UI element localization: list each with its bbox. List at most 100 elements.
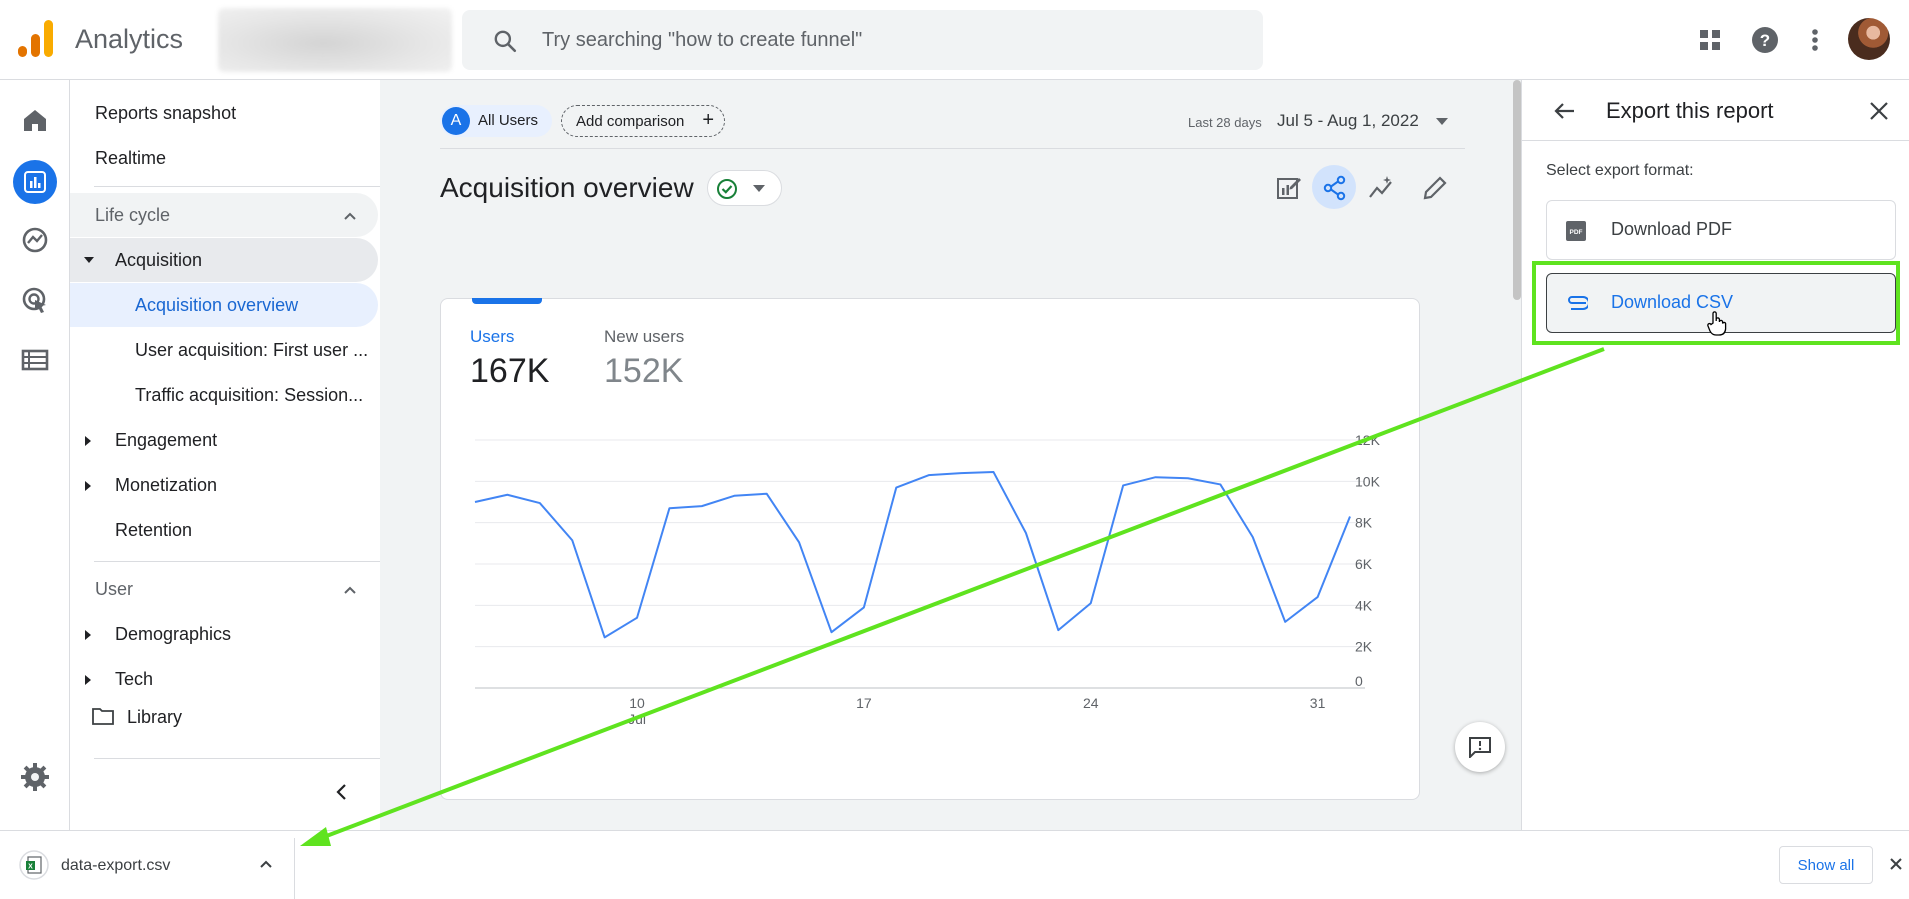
chevron-up-icon[interactable] bbox=[258, 857, 274, 871]
apps-grid-icon[interactable] bbox=[1692, 22, 1728, 58]
feedback-button[interactable] bbox=[1455, 722, 1505, 772]
show-all-button[interactable]: Show all bbox=[1779, 846, 1873, 884]
reports-rail-button[interactable] bbox=[13, 160, 57, 204]
help-icon[interactable]: ? bbox=[1747, 22, 1783, 58]
downloaded-file-name[interactable]: data-export.csv bbox=[61, 857, 170, 875]
nav-acquisition[interactable]: Acquisition bbox=[115, 250, 202, 271]
chart-x-tick-label: 17 bbox=[856, 695, 872, 711]
more-vert-icon[interactable] bbox=[1797, 22, 1833, 58]
nav-demographics[interactable]: Demographics bbox=[115, 624, 231, 645]
avatar[interactable] bbox=[1848, 18, 1890, 60]
analytics-logo-icon[interactable] bbox=[18, 20, 54, 58]
nav-user-acquisition[interactable]: User acquisition: First user ... bbox=[135, 340, 368, 361]
nav-section-user[interactable]: User bbox=[95, 579, 133, 600]
chart-data-point[interactable] bbox=[797, 540, 801, 544]
close-icon[interactable] bbox=[1869, 101, 1889, 121]
chart-data-point[interactable] bbox=[829, 630, 833, 634]
explore-icon[interactable] bbox=[20, 225, 50, 255]
chart-data-point[interactable] bbox=[1121, 483, 1125, 487]
nav-retention[interactable]: Retention bbox=[115, 520, 192, 541]
metric-users-tab[interactable]: Users bbox=[470, 327, 514, 347]
report-status-chip[interactable] bbox=[707, 170, 782, 206]
home-icon[interactable] bbox=[20, 105, 50, 135]
chart-data-point[interactable] bbox=[1316, 595, 1320, 599]
chart-y-tick-label: 4K bbox=[1355, 597, 1373, 613]
chart-data-point[interactable] bbox=[1056, 628, 1060, 632]
chart-data-point[interactable] bbox=[927, 473, 931, 477]
chart-data-point[interactable] bbox=[765, 492, 769, 496]
pdf-icon: PDF bbox=[1566, 221, 1586, 241]
chart-data-point[interactable] bbox=[505, 493, 509, 497]
add-comparison-button[interactable]: Add comparison + bbox=[561, 105, 725, 137]
chart-data-point[interactable] bbox=[700, 504, 704, 508]
edit-button[interactable] bbox=[1412, 165, 1456, 209]
nav-reports-snapshot[interactable]: Reports snapshot bbox=[95, 103, 236, 124]
check-circle-icon bbox=[717, 179, 737, 199]
account-selector-blurred[interactable] bbox=[218, 8, 452, 72]
nav-engagement[interactable]: Engagement bbox=[115, 430, 217, 451]
search-icon bbox=[494, 30, 517, 53]
download-bar bbox=[0, 830, 1909, 899]
nav-monetization[interactable]: Monetization bbox=[115, 475, 217, 496]
chart-data-point[interactable] bbox=[635, 616, 639, 620]
chart-data-point[interactable] bbox=[1024, 531, 1028, 535]
chart-series-line-users[interactable] bbox=[474, 471, 1351, 639]
nav-traffic-acquisition[interactable]: Traffic acquisition: Session... bbox=[135, 385, 363, 406]
insights-icon bbox=[1369, 176, 1392, 198]
advertising-icon[interactable] bbox=[20, 285, 50, 315]
nav-section-lifecycle[interactable]: Life cycle bbox=[95, 205, 170, 226]
chart-data-point[interactable] bbox=[1089, 601, 1093, 605]
search-input[interactable] bbox=[542, 24, 1222, 56]
chart-data-point[interactable] bbox=[894, 486, 898, 490]
chart-data-point[interactable] bbox=[1348, 514, 1352, 518]
caret-down-icon[interactable] bbox=[1436, 118, 1448, 126]
segment-chip-all-users[interactable]: A All Users bbox=[440, 105, 552, 137]
page-title: Acquisition overview bbox=[440, 172, 694, 203]
chart-y-tick-label: 6K bbox=[1355, 556, 1373, 572]
plus-icon: + bbox=[702, 109, 714, 131]
chart-data-point[interactable] bbox=[473, 500, 477, 504]
chart-data-point[interactable] bbox=[1154, 475, 1158, 479]
nav-acquisition-overview[interactable]: Acquisition overview bbox=[135, 295, 298, 316]
chart-data-point[interactable] bbox=[959, 471, 963, 475]
nav-realtime[interactable]: Realtime bbox=[95, 148, 166, 169]
scrollbar-thumb[interactable] bbox=[1513, 80, 1521, 300]
share-icon bbox=[1323, 175, 1346, 201]
chart-data-point[interactable] bbox=[1186, 476, 1190, 480]
chart-y-tick-label: 12K bbox=[1355, 432, 1381, 448]
chart-data-point[interactable] bbox=[667, 506, 671, 510]
configure-list-icon[interactable] bbox=[20, 345, 50, 375]
nav-library[interactable]: Library bbox=[127, 707, 182, 728]
bar-chart-icon bbox=[24, 171, 46, 193]
nav-divider bbox=[94, 758, 380, 759]
date-range-picker[interactable]: Jul 5 - Aug 1, 2022 bbox=[1277, 111, 1419, 131]
back-arrow-icon[interactable] bbox=[1553, 99, 1577, 123]
nav-divider bbox=[94, 186, 380, 187]
collapse-nav-chevron-icon[interactable] bbox=[332, 782, 352, 802]
customize-report-button[interactable] bbox=[1266, 165, 1310, 209]
chart-data-point[interactable] bbox=[603, 635, 607, 639]
chart-data-point[interactable] bbox=[1283, 620, 1287, 624]
search-bar[interactable] bbox=[462, 10, 1263, 70]
insights-button[interactable] bbox=[1358, 165, 1402, 209]
close-download-bar-icon[interactable] bbox=[1889, 857, 1903, 871]
share-button[interactable] bbox=[1312, 165, 1356, 209]
svg-text:?: ? bbox=[1760, 31, 1770, 50]
app-title: Analytics bbox=[75, 24, 184, 54]
chart-data-point[interactable] bbox=[1251, 535, 1255, 539]
chart-data-point[interactable] bbox=[570, 538, 574, 542]
download-pdf-button[interactable]: PDF Download PDF bbox=[1546, 200, 1896, 260]
nav-tech[interactable]: Tech bbox=[115, 669, 153, 690]
chevron-up-icon[interactable] bbox=[340, 206, 360, 226]
chart-data-point[interactable] bbox=[992, 470, 996, 474]
export-panel bbox=[1521, 80, 1909, 830]
pencil-icon bbox=[1423, 176, 1447, 200]
chart-data-point[interactable] bbox=[862, 605, 866, 609]
metric-new-users-tab[interactable]: New users bbox=[604, 327, 684, 347]
chart-data-point[interactable] bbox=[732, 494, 736, 498]
chevron-up-icon[interactable] bbox=[340, 580, 360, 600]
settings-gear-icon[interactable] bbox=[20, 762, 50, 792]
chart-y-tick-label: 0 bbox=[1355, 673, 1363, 689]
chart-data-point[interactable] bbox=[1218, 482, 1222, 486]
chart-data-point[interactable] bbox=[538, 501, 542, 505]
